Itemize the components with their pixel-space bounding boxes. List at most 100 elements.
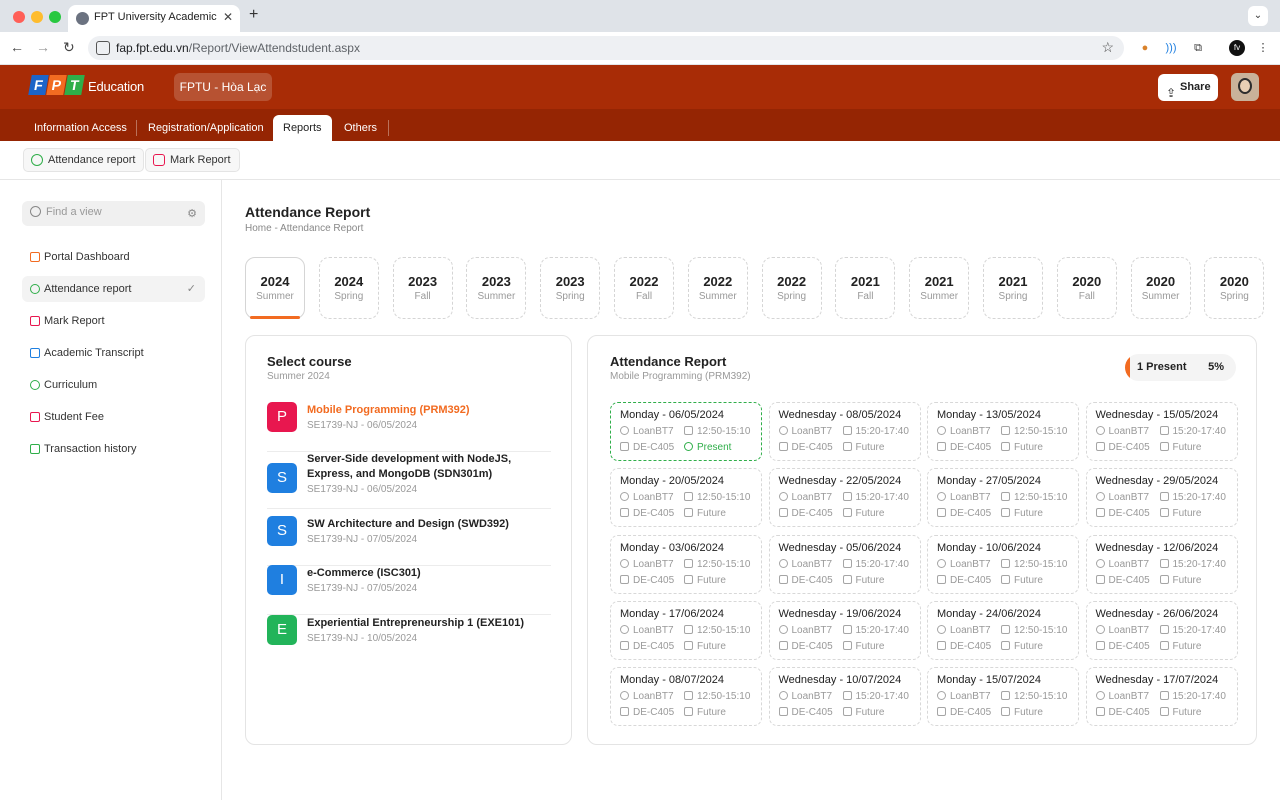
attendance-slot[interactable]: Monday - 15/07/2024 LoanBT7 12:50-15:10 DE-… [927,667,1079,727]
term-chip[interactable]: 2023 Summer [466,257,527,319]
maximize-window-icon[interactable] [49,11,61,23]
term-chip[interactable]: 2023 Spring [540,257,601,319]
menu-information-access[interactable]: Information Access [24,115,137,141]
status-text: Future [697,508,726,520]
attendance-slot[interactable]: Wednesday - 17/07/2024 LoanBT7 15:20-17:40… [1085,667,1238,727]
slot-time: 12:50-15:10 [684,624,750,636]
site-info-icon[interactable] [96,41,110,55]
attendance-slot[interactable]: Monday - 24/06/2024 LoanBT7 12:50-15:10 DE-… [927,600,1079,660]
course-item[interactable]: Ie-Commerce (ISC301) SE1739-NJ - 07/05/20… [267,565,551,615]
room-name: DE-C405 [633,707,675,719]
attendance-slot[interactable]: Wednesday - 26/06/2024 LoanBT7 15:20-17:40… [1085,600,1238,660]
term-chip[interactable]: 2021 Fall [835,257,896,319]
attendance-slot[interactable]: Wednesday - 15/05/2024 LoanBT7 15:20-17:40… [1085,402,1238,461]
sidebar-item-portal-dashboard[interactable]: Portal Dashboard [22,244,205,270]
term-chip[interactable]: 2021 Summer [909,257,970,319]
attendance-slot[interactable]: Monday - 08/07/2024 LoanBT7 12:50-15:10 DE-… [610,667,762,727]
status-text: Future [1172,640,1202,652]
term-year: 2021 [924,274,954,289]
slot-lecturer: LoanBT7 [778,691,832,702]
url-bar[interactable]: fap.fpt.edu.vn/Report/ViewAttendstudent.… [88,36,1124,60]
logo-letter-t: T [64,75,85,95]
search-input[interactable] [46,206,176,218]
menu-others[interactable]: Others [334,115,387,141]
attendance-slot[interactable]: Monday - 20/05/2024 LoanBT7 12:50-15:10 DE-… [610,468,762,528]
tab-search-icon[interactable]: ⌄ [1248,6,1268,26]
term-chip[interactable]: 2023 Fall [392,257,453,319]
browser-tab-bar: FPT University Academic Portal ✕ + ⌄ [0,0,1280,32]
attendance-slot[interactable]: Monday - 27/05/2024 LoanBT7 12:50-15:10 DE-… [927,468,1079,528]
room-name: DE-C405 [950,508,992,520]
share-button[interactable]: ⇪ Share [1158,74,1218,101]
attendance-slot[interactable]: Wednesday - 22/05/2024 LoanBT7 15:20-17:40… [768,468,921,528]
sidebar-item-student-fee[interactable]: Student Fee [22,404,205,430]
term-chip[interactable]: 2022 Fall [614,257,674,319]
menu-registration[interactable]: Registration/Application [138,115,274,141]
subnav-attendance-report[interactable]: Attendance report [23,148,145,172]
menu-reports[interactable]: Reports [273,115,332,141]
slot-time: 12:50-15:10 [684,558,750,570]
sidebar-item-label: Academic Transcript [44,347,144,359]
wireless-extension-icon[interactable]: ))) [1163,40,1179,56]
attendance-icon [30,284,40,294]
attendance-slot[interactable]: Wednesday - 05/06/2024 LoanBT7 15:20-17:40… [768,534,921,594]
attendance-slot[interactable]: Monday - 13/05/2024 LoanBT7 12:50-15:10 DE-… [927,402,1079,461]
term-chip[interactable]: 2021 Spring [983,257,1043,319]
attendance-slot[interactable]: Wednesday - 10/07/2024 LoanBT7 15:20-17:40… [768,667,921,727]
term-chip[interactable]: 2024 Summer [245,257,305,319]
course-item[interactable]: S SW Architecture and Design (SWD392) SE17… [267,516,551,566]
reload-icon[interactable]: ↻ [63,39,75,56]
sidebar-item-mark-report[interactable]: Mark Report [22,308,205,334]
sidebar-item-attendance-report[interactable]: Attendance report ✓ [22,276,205,302]
back-icon[interactable]: ← [10,39,24,55]
new-tab-icon[interactable]: + [249,6,258,24]
attendance-slot[interactable]: Wednesday - 19/06/2024 LoanBT7 15:20-17:40… [768,600,921,660]
forward-icon[interactable]: → [36,39,50,55]
campus-selector[interactable]: FPTU - Hòa Lạc [174,73,272,101]
attendance-slot[interactable]: Wednesday - 12/06/2024 LoanBT7 15:20-17:40… [1085,534,1238,594]
attendance-slot[interactable]: Monday - 06/05/2024 LoanBT7 12:50-15:10 DE-… [610,402,762,461]
term-chip[interactable]: 2022 Summer [687,257,748,319]
sidebar-item-academic-transcript[interactable]: Academic Transcript [22,340,205,366]
app-header: F P T Education FPTU - Hòa Lạc ⇪ Share [0,65,1280,109]
term-chip[interactable]: 2020 Spring [1204,257,1265,319]
minimize-window-icon[interactable] [31,11,43,23]
term-chip[interactable]: 2020 Fall [1056,257,1117,319]
user-icon [778,492,788,502]
course-item[interactable]: E Experiential Entrepreneurship 1 (EXE101… [267,615,551,665]
slot-room: DE-C405 [778,508,833,519]
attendance-slot[interactable]: Monday - 10/06/2024 LoanBT7 12:50-15:10 DE-… [927,534,1079,594]
term-chip[interactable]: 2022 Spring [761,257,822,319]
attendance-slot[interactable]: Wednesday - 08/05/2024 LoanBT7 15:20-17:40… [768,402,921,461]
term-chip[interactable]: 2024 Spring [318,257,379,319]
course-item[interactable]: P Mobile Programming (PRM392) SE1739-NJ - … [267,402,551,452]
subnav-mark-report[interactable]: Mark Report [145,148,240,172]
profile-icon[interactable]: fv [1229,40,1245,56]
browser-menu-icon[interactable]: ⋮ [1255,40,1271,56]
filter-icon[interactable]: ⚙ [187,207,197,220]
course-item[interactable]: S Server-Side development with NodeJS, Ex… [267,451,551,509]
attendance-slot[interactable]: Wednesday - 29/05/2024 LoanBT7 15:20-17:40… [1085,468,1238,528]
close-tab-icon[interactable]: ✕ [223,10,233,24]
sidebar-item-transaction-history[interactable]: Transaction history [22,436,205,462]
course-name: Server-Side development with NodeJS, Exp… [307,453,512,480]
attendance-slot[interactable]: Monday - 03/06/2024 LoanBT7 12:50-15:10 DE-… [610,534,762,594]
term-chip[interactable]: 2020 Summer [1130,257,1191,319]
extensions-icon[interactable]: ⧉ [1190,40,1206,56]
slot-status: Future [1159,640,1202,652]
cookie-extension-icon[interactable]: ● [1137,40,1153,56]
bookmark-star-icon[interactable]: ☆ [1101,39,1114,56]
browser-tab[interactable]: FPT University Academic Portal ✕ [68,5,240,32]
sidebar-item-curriculum[interactable]: Curriculum [22,372,205,398]
room-name: DE-C405 [950,640,992,652]
fpt-logo[interactable]: F P T Education [28,75,144,99]
term-season: Fall [857,291,874,302]
attendance-slot[interactable]: Monday - 17/06/2024 LoanBT7 12:50-15:10 DE-… [610,600,762,660]
avatar[interactable] [1231,73,1259,101]
attendance-card-title: Attendance Report [610,354,727,369]
user-icon [778,624,788,634]
room-name: DE-C405 [1108,707,1150,719]
close-window-icon[interactable] [13,11,25,23]
future-icon [842,640,852,650]
breadcrumb-home[interactable]: Home [245,223,272,234]
